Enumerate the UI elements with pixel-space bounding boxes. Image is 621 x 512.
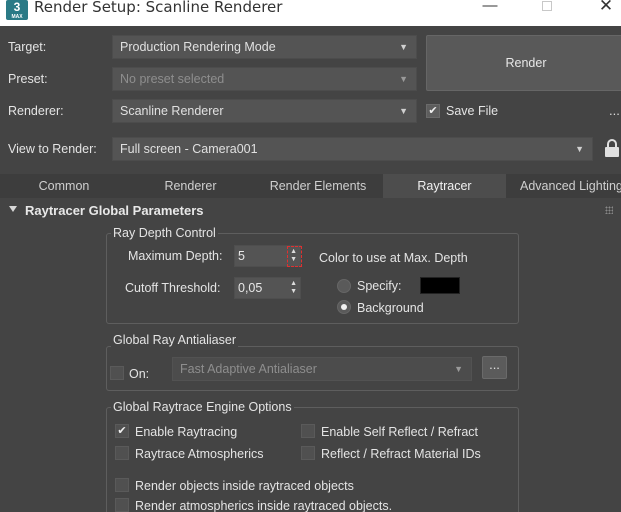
lock-icon[interactable] — [605, 139, 619, 159]
target-label: Target: — [8, 40, 47, 54]
antialiaser-dropdown[interactable]: Fast Adaptive Antialiaser ▼ — [172, 357, 472, 381]
enable-self-reflect-label: Enable Self Reflect / Refract — [321, 425, 479, 439]
view-to-render-dropdown[interactable]: Full screen - Camera001 ▼ — [112, 137, 593, 161]
render-inside-checkbox[interactable] — [115, 478, 129, 492]
chevron-down-icon: ▼ — [399, 106, 408, 116]
minimize-button[interactable]: — — [478, 0, 502, 15]
max-depth-color-swatch[interactable] — [420, 277, 460, 294]
chevron-down-icon: ▼ — [454, 364, 463, 374]
title-bar: 3 MAX Render Setup: Scanline Renderer — ✕ — [0, 0, 621, 26]
render-inside-label: Render objects inside raytraced objects — [135, 479, 354, 493]
save-file-checkbox[interactable]: ✔ — [426, 104, 440, 118]
reflect-refract-ids-label: Reflect / Refract Material IDs — [321, 447, 481, 461]
rollout-title: Raytracer Global Parameters — [25, 203, 204, 218]
render-button[interactable]: Render — [426, 35, 621, 91]
renderer-value: Scanline Renderer — [120, 104, 224, 118]
enable-self-reflect-checkbox[interactable] — [301, 424, 315, 438]
specify-label: Specify: — [357, 279, 402, 293]
max-depth-value: 5 — [238, 249, 245, 263]
engine-options-group-title: Global Raytrace Engine Options — [111, 400, 294, 414]
tab-bar: Common Renderer Render Elements Raytrace… — [0, 174, 621, 198]
view-to-render-value: Full screen - Camera001 — [120, 142, 258, 156]
rollout-header[interactable]: Raytracer Global Parameters — [0, 200, 621, 222]
window-title: Render Setup: Scanline Renderer — [34, 0, 283, 16]
antialiaser-on-checkbox[interactable] — [110, 366, 124, 380]
target-value: Production Rendering Mode — [120, 40, 276, 54]
tab-common[interactable]: Common — [0, 174, 128, 198]
save-file-label: Save File — [446, 104, 499, 118]
ray-depth-group-title: Ray Depth Control — [111, 226, 218, 240]
preset-label: Preset: — [8, 72, 48, 86]
app-icon: 3 MAX — [6, 0, 28, 20]
specify-radio[interactable] — [337, 279, 351, 293]
background-radio[interactable] — [337, 300, 351, 314]
grip-icon — [605, 206, 613, 214]
renderer-dropdown[interactable]: Scanline Renderer ▼ — [112, 99, 417, 123]
focus-outline — [287, 246, 302, 267]
cutoff-threshold-value: 0,05 — [238, 281, 263, 295]
enable-raytracing-checkbox[interactable]: ✔ — [115, 424, 129, 438]
preset-dropdown[interactable]: No preset selected ▼ — [112, 67, 417, 91]
antialiaser-settings-button[interactable]: ... — [482, 356, 507, 379]
render-atmo-inside-label: Render atmospherics inside raytraced obj… — [135, 499, 393, 512]
max-depth-color-label: Color to use at Max. Depth — [319, 251, 468, 265]
reflect-refract-ids-checkbox[interactable] — [301, 446, 315, 460]
target-dropdown[interactable]: Production Rendering Mode ▼ — [112, 35, 417, 59]
tab-raytracer[interactable]: Raytracer — [383, 174, 506, 198]
maximize-button[interactable] — [535, 0, 559, 15]
maximize-icon — [542, 1, 552, 11]
cutoff-threshold-spinner[interactable]: 0,05 ▲ ▼ — [234, 277, 301, 299]
cutoff-threshold-label: Cutoff Threshold: — [125, 281, 221, 295]
preset-value: No preset selected — [120, 72, 225, 86]
antialiaser-value: Fast Adaptive Antialiaser — [180, 362, 317, 376]
collapse-triangle-icon — [9, 206, 17, 212]
renderer-label: Renderer: — [8, 104, 64, 118]
antialiaser-group-title: Global Ray Antialiaser — [111, 333, 238, 347]
tab-render-elements[interactable]: Render Elements — [253, 174, 383, 198]
raytrace-atmospherics-label: Raytrace Atmospherics — [135, 447, 264, 461]
more-options-button[interactable]: ... — [609, 103, 620, 118]
tab-advanced-lighting[interactable]: Advanced Lighting — [506, 174, 621, 198]
view-to-render-label: View to Render: — [8, 142, 97, 156]
background-label: Background — [357, 301, 424, 315]
chevron-down-icon: ▼ — [399, 74, 408, 84]
max-depth-label: Maximum Depth: — [128, 249, 223, 263]
antialiaser-on-label: On: — [129, 367, 150, 381]
tab-renderer[interactable]: Renderer — [128, 174, 253, 198]
spinner-arrows-icon[interactable]: ▲ ▼ — [290, 280, 297, 296]
close-button[interactable]: ✕ — [594, 0, 618, 15]
enable-raytracing-label: Enable Raytracing — [135, 425, 238, 439]
render-atmo-inside-checkbox[interactable] — [115, 498, 129, 512]
raytrace-atmospherics-checkbox[interactable] — [115, 446, 129, 460]
chevron-down-icon: ▼ — [575, 144, 584, 154]
chevron-down-icon: ▼ — [399, 42, 408, 52]
